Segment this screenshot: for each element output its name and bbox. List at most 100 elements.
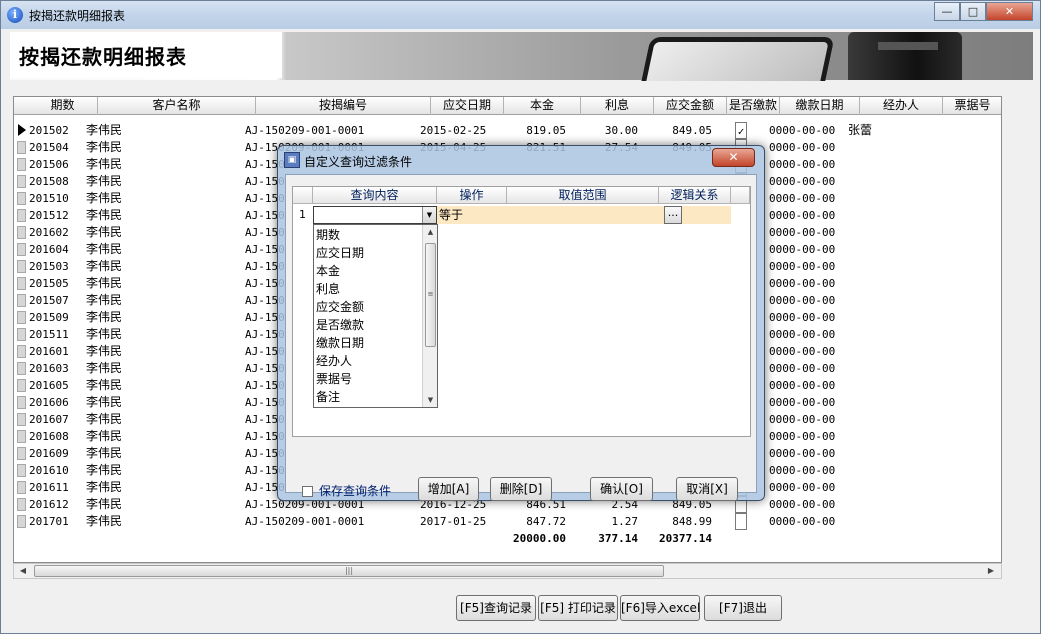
computer-tower-illustration [848, 32, 962, 80]
header-filler [731, 187, 750, 204]
column-header[interactable]: 经办人 [860, 97, 943, 115]
scroll-right-icon[interactable]: ▶ [984, 565, 998, 577]
query-field-dropdown[interactable]: 期数 应交日期 本金 利息 应交金额 是否缴款 缴款日期 经办人 票据号 备注 ▲ ≡ ▼ [313, 224, 438, 408]
dropdown-option[interactable]: 应交金额 [316, 298, 364, 316]
dropdown-option[interactable]: 缴款日期 [316, 334, 364, 352]
dropdown-option[interactable]: 经办人 [316, 352, 352, 370]
cell-pay-date: 0000-00-00 [769, 481, 836, 494]
cell-pay-date: 0000-00-00 [769, 515, 836, 528]
save-condition-checkbox[interactable] [302, 486, 313, 497]
row-selector[interactable] [17, 515, 26, 528]
cell-customer: 李伟民 [86, 497, 123, 511]
horizontal-scrollbar[interactable]: ◀ ||| ▶ [13, 563, 1002, 579]
column-header[interactable]: 应交日期 [431, 97, 504, 115]
table-row[interactable]: 201502 李伟民 AJ-150209-001-0001 2015-02-25 819… [14, 122, 1001, 139]
query-button[interactable]: [F5]查询记录 [456, 595, 536, 621]
column-header[interactable]: 票据号 [943, 97, 1001, 115]
scrollbar-thumb[interactable]: ||| [34, 565, 664, 577]
paid-checkbox[interactable] [735, 513, 747, 530]
cell-agent [848, 496, 908, 513]
dropdown-option[interactable]: 备注 [316, 388, 340, 406]
row-selector[interactable] [17, 277, 26, 290]
dropdown-option[interactable]: 票据号 [316, 370, 352, 388]
cell-customer: 李伟民 [86, 123, 123, 137]
row-selector[interactable] [17, 243, 26, 256]
dropdown-scrollbar[interactable]: ▲ ≡ ▼ [422, 225, 437, 407]
print-button[interactable]: [F5] 打印记录 [538, 595, 618, 621]
export-excel-button[interactable]: [F6]导入excel [620, 595, 700, 621]
minimize-button[interactable]: — [934, 2, 960, 21]
column-header[interactable]: 本金 [504, 97, 581, 115]
value-range-cell[interactable] [507, 206, 659, 224]
scroll-left-icon[interactable]: ◀ [16, 565, 30, 577]
dropdown-option[interactable]: 是否缴款 [316, 316, 364, 334]
row-selector[interactable] [17, 141, 26, 154]
cell-period: 201607 [29, 413, 69, 426]
dropdown-scroll-thumb[interactable]: ≡ [425, 243, 436, 347]
cell-customer: 李伟民 [86, 412, 123, 426]
scroll-down-icon[interactable]: ▼ [423, 393, 437, 407]
row-selector[interactable] [17, 192, 26, 205]
row-selector[interactable] [17, 362, 26, 375]
cell-period: 201510 [29, 192, 69, 205]
save-condition-label[interactable]: 保存查询条件 [319, 482, 391, 499]
browse-value-button[interactable]: ... [664, 206, 682, 224]
row-selector[interactable] [17, 226, 26, 239]
column-header[interactable]: 利息 [581, 97, 654, 115]
dropdown-option[interactable]: 本金 [316, 262, 340, 280]
condition-grid[interactable]: 查询内容 操作 取值范围 逻辑关系 1 等于 ... ▼ 期数 应交日期 本金 利息应… [292, 186, 751, 437]
column-header[interactable]: 客户名称 [98, 97, 256, 115]
cell-pay-date: 0000-00-00 [769, 413, 836, 426]
column-header[interactable]: 期数 [28, 97, 98, 115]
row-selector[interactable] [17, 447, 26, 460]
column-header[interactable]: 是否缴款 [727, 97, 780, 115]
row-selector[interactable] [17, 430, 26, 443]
cell-period: 201605 [29, 379, 69, 392]
cell-pay-date: 0000-00-00 [769, 141, 836, 154]
row-selector[interactable] [17, 379, 26, 392]
row-selector[interactable] [17, 328, 26, 341]
col-query-field: 查询内容 [313, 187, 437, 204]
confirm-button[interactable]: 确认[O] [590, 477, 653, 501]
cell-period: 201603 [29, 362, 69, 375]
paid-checkbox[interactable]: ✓ [735, 122, 747, 139]
exit-button[interactable]: [F7]退出 [704, 595, 782, 621]
operator-cell[interactable]: 等于 [437, 206, 507, 224]
cancel-button[interactable]: 取消[X] [676, 477, 738, 501]
row-selector[interactable] [17, 311, 26, 324]
row-selector[interactable] [17, 175, 26, 188]
cell-agent [848, 360, 908, 377]
cell-due-date: 2015-02-25 [420, 124, 487, 137]
cell-agent [848, 309, 908, 326]
delete-condition-button[interactable]: 删除[D] [490, 477, 552, 501]
dropdown-option[interactable]: 应交日期 [316, 244, 364, 262]
row-selector[interactable] [17, 158, 26, 171]
row-selector[interactable] [17, 498, 26, 511]
cell-period: 201602 [29, 226, 69, 239]
add-condition-button[interactable]: 增加[A] [418, 477, 479, 501]
close-button[interactable]: ✕ [986, 2, 1033, 21]
table-row[interactable]: 201701 李伟民 AJ-150209-001-0001 2017-01-25 847… [14, 513, 1001, 530]
row-selector[interactable] [17, 345, 26, 358]
column-header[interactable]: 缴款日期 [780, 97, 860, 115]
cell-agent [848, 190, 908, 207]
maximize-button[interactable]: □ [960, 2, 986, 21]
dropdown-option[interactable]: 期数 [316, 226, 340, 244]
row-selector[interactable] [17, 396, 26, 409]
row-selector[interactable] [17, 464, 26, 477]
dialog-close-button[interactable]: ✕ [712, 148, 755, 167]
row-selector[interactable] [17, 209, 26, 222]
column-header[interactable]: 按揭编号 [256, 97, 431, 115]
cell-period: 201701 [29, 515, 69, 528]
chevron-down-icon[interactable]: ▼ [422, 207, 436, 223]
query-field-combobox[interactable]: ▼ [313, 206, 437, 224]
row-selector[interactable] [17, 481, 26, 494]
row-selector[interactable] [17, 413, 26, 426]
grid-header: 期数 客户名称 按揭编号 应交日期 本金 利息 应交金额 是否缴款 缴款日期 经办人 票据号 [14, 97, 1001, 115]
row-selector[interactable] [17, 260, 26, 273]
current-row-indicator-icon[interactable] [17, 124, 26, 137]
row-selector[interactable] [17, 294, 26, 307]
scroll-up-icon[interactable]: ▲ [423, 225, 437, 239]
column-header[interactable]: 应交金额 [654, 97, 727, 115]
dropdown-option[interactable]: 利息 [316, 280, 340, 298]
